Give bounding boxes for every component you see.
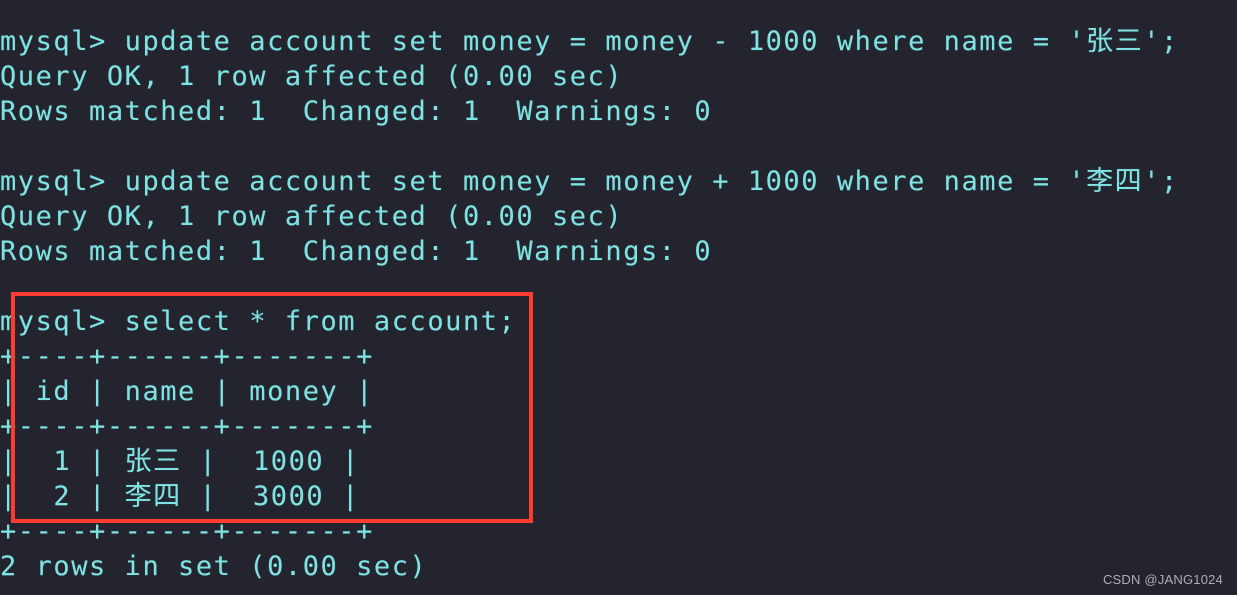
terminal-line: mysql> update account set money = money … (0, 166, 1179, 197)
table-border-line: +----+------+-------+ (0, 411, 374, 442)
terminal-line: Query OK, 1 row affected (0.00 sec) (0, 201, 624, 232)
terminal-screenshot: mysql> update account set money = money … (0, 0, 1237, 595)
terminal-line: Rows matched: 1 Changed: 1 Warnings: 0 (0, 236, 713, 267)
terminal-line: Query OK, 1 row affected (0.00 sec) (0, 61, 624, 92)
table-border-line: +----+------+-------+ (0, 341, 374, 372)
csdn-watermark: CSDN @JANG1024 (1102, 572, 1223, 587)
terminal-line: 2 rows in set (0.00 sec) (0, 551, 428, 582)
table-data-line: | 1 | 张三 | 1000 | (0, 446, 360, 477)
terminal-line: mysql> select * from account; (0, 306, 517, 337)
table-header-line: | id | name | money | (0, 376, 374, 407)
mysql-terminal-output: mysql> update account set money = money … (0, 0, 1237, 595)
terminal-line: Rows matched: 1 Changed: 1 Warnings: 0 (0, 96, 713, 127)
terminal-line: mysql> update account set money = money … (0, 26, 1179, 57)
table-data-line: | 2 | 李四 | 3000 | (0, 481, 360, 512)
table-border-line: +----+------+-------+ (0, 516, 374, 547)
